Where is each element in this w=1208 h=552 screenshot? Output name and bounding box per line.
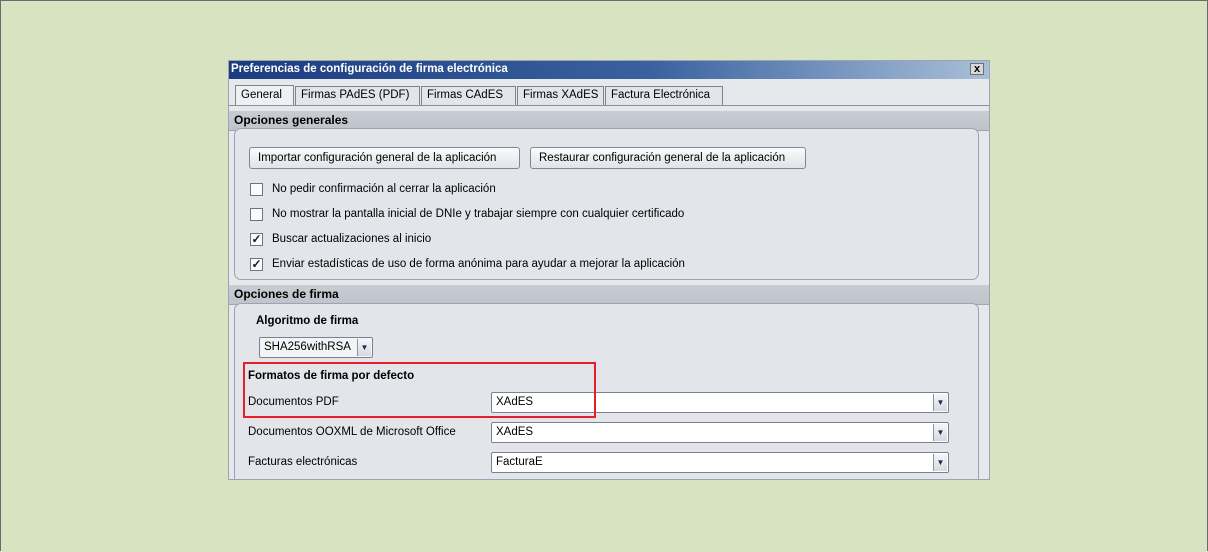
checkmark-icon[interactable]: ✓ — [250, 233, 263, 246]
checkbox-label: No mostrar la pantalla inicial de DNIe y… — [272, 208, 685, 220]
algorithm-value: SHA256withRSA — [264, 341, 351, 353]
invoice-format-select[interactable]: FacturaE ▼ — [491, 452, 949, 473]
signature-options-header: Opciones de firma — [229, 285, 989, 305]
checkbox-box[interactable] — [250, 208, 263, 221]
chevron-down-icon[interactable]: ▼ — [933, 394, 947, 411]
tab-cades[interactable]: Firmas CAdES — [421, 86, 516, 105]
algorithm-label: Algoritmo de firma — [256, 315, 359, 327]
chevron-down-icon[interactable]: ▼ — [357, 339, 371, 356]
tab-pades[interactable]: Firmas PAdES (PDF) — [295, 86, 420, 105]
tab-factura[interactable]: Factura Electrónica — [605, 86, 723, 105]
chevron-down-icon[interactable]: ▼ — [933, 424, 947, 441]
tab-factura-label: Factura Electrónica — [611, 89, 711, 101]
import-config-button[interactable]: Importar configuración general de la apl… — [249, 147, 520, 169]
checkbox-check-updates[interactable]: ✓ Buscar actualizaciones al inicio — [250, 232, 650, 248]
close-button[interactable]: x — [970, 63, 984, 75]
ooxml-format-select[interactable]: XAdES ▼ — [491, 422, 949, 443]
checkbox-send-stats[interactable]: ✓ Enviar estadísticas de uso de forma an… — [250, 257, 850, 273]
tab-xades-label: Firmas XAdES — [523, 89, 599, 101]
checkbox-no-dnie-screen[interactable]: No mostrar la pantalla inicial de DNIe y… — [250, 207, 850, 223]
checkbox-label: Buscar actualizaciones al inicio — [272, 233, 432, 245]
algorithm-select[interactable]: SHA256withRSA ▼ — [259, 337, 373, 358]
tab-general[interactable]: General — [235, 85, 294, 106]
checkbox-label: No pedir confirmación al cerrar la aplic… — [272, 183, 496, 195]
preferences-dialog: Preferencias de configuración de firma e… — [229, 61, 989, 479]
checkbox-label: Enviar estadísticas de uso de forma anón… — [272, 258, 685, 270]
restore-config-button[interactable]: Restaurar configuración general de la ap… — [530, 147, 806, 169]
general-options-group: Importar configuración general de la apl… — [234, 128, 979, 280]
invoice-format-label: Facturas electrónicas — [248, 456, 358, 468]
tab-pades-label: Firmas PAdES (PDF) — [301, 89, 410, 101]
window-title: Preferencias de configuración de firma e… — [231, 63, 508, 75]
checkbox-no-confirm-close[interactable]: No pedir confirmación al cerrar la aplic… — [250, 182, 650, 198]
invoice-format-value: FacturaE — [496, 456, 543, 468]
checkbox-box[interactable] — [250, 183, 263, 196]
tab-general-label: General — [241, 89, 282, 101]
ooxml-format-label: Documentos OOXML de Microsoft Office — [248, 426, 456, 438]
tab-xades[interactable]: Firmas XAdES — [517, 86, 604, 105]
tab-divider — [229, 105, 989, 106]
chevron-down-icon[interactable]: ▼ — [933, 454, 947, 471]
ooxml-format-value: XAdES — [496, 426, 534, 438]
tab-cades-label: Firmas CAdES — [427, 89, 504, 101]
checkmark-icon[interactable]: ✓ — [250, 258, 263, 271]
title-bar[interactable]: Preferencias de configuración de firma e… — [229, 61, 989, 79]
highlight-box — [243, 362, 596, 418]
